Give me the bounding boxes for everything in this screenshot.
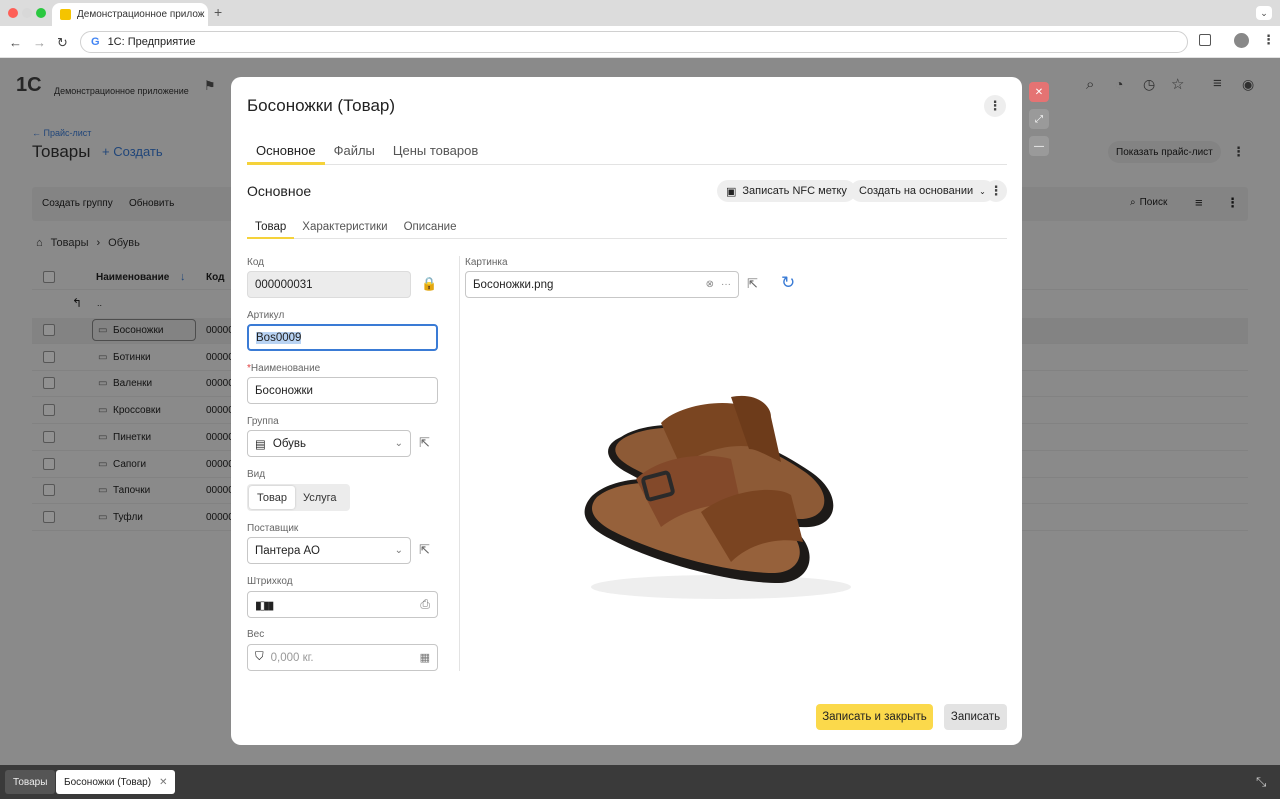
main-tabs: Основное Файлы Цены товаров — [247, 135, 1007, 165]
save-button[interactable]: Записать — [944, 704, 1007, 730]
group-value: Обувь — [272, 437, 307, 450]
barcode-icon: ▮▯▮▮ — [255, 599, 274, 612]
browser-tab-strip: Демонстрационное прилож ✕ + ⌄ — [0, 0, 1280, 26]
group-select[interactable]: ▤ Обувь ⌄ — [247, 430, 411, 457]
supplier-value: Пантера АО — [255, 544, 320, 557]
column-divider — [459, 256, 460, 671]
tab-files[interactable]: Файлы — [325, 135, 384, 165]
article-input[interactable]: Bos0009 — [247, 324, 438, 351]
expand-icon: ⤢ — [1035, 113, 1043, 125]
write-nfc-button[interactable]: ▣ Записать NFC метку — [717, 180, 856, 202]
reload-icon[interactable]: ↻ — [57, 35, 68, 51]
kind-option-service[interactable]: Услуга — [295, 486, 345, 509]
close-icon: ✕ — [1034, 86, 1044, 98]
open-group-icon[interactable]: ⇱ — [419, 435, 430, 451]
create-based-on-button[interactable]: Создать на основании ⌄ — [850, 180, 995, 202]
subtab-description[interactable]: Описание — [396, 216, 465, 239]
create-based-on-label: Создать на основании — [859, 185, 974, 197]
name-label: *Наименование — [247, 363, 320, 374]
kind-option-product[interactable]: Товар — [249, 486, 295, 509]
chevron-down-icon: ⌄ — [394, 438, 403, 449]
window-close-dot[interactable] — [8, 8, 18, 18]
browser-toolbar: ← → ↻ G 1С: Предприятие ⋮ — [0, 26, 1280, 58]
kind-label: Вид — [247, 469, 266, 480]
article-label: Артикул — [247, 310, 285, 321]
code-field: 000000031 — [247, 271, 411, 298]
weight-icon: ⛉ — [255, 651, 264, 663]
modal-minimize-button[interactable]: — — [1029, 136, 1049, 156]
modal-expand-button[interactable]: ⤢ — [1029, 109, 1049, 129]
write-nfc-label: Записать NFC метку — [742, 185, 847, 197]
section-more-button[interactable]: ⋮ — [985, 180, 1007, 202]
more-icon: ⋮ — [989, 183, 1003, 198]
supplier-select[interactable]: Пантера АО ⌄ — [247, 537, 411, 564]
window-taskbar: Товары Босоножки (Товар) ✕ ⤡ — [0, 765, 1280, 799]
tab-search-icon[interactable]: ⌄ — [1256, 6, 1272, 20]
google-icon: G — [91, 36, 100, 48]
extensions-icon[interactable] — [1199, 34, 1211, 46]
collapse-icon[interactable]: ⤡ — [1256, 774, 1266, 790]
save-and-close-button[interactable]: Записать и закрыть — [816, 704, 933, 730]
address-bar[interactable]: G 1С: Предприятие — [80, 31, 1188, 53]
code-value: 000000031 — [255, 278, 313, 291]
weight-label: Вес — [247, 629, 265, 640]
taskbar-item-sandals-label: Босоножки (Товар) — [64, 776, 152, 788]
taskbar-item-products[interactable]: Товары — [5, 770, 56, 794]
favicon-icon — [60, 9, 71, 20]
name-input[interactable]: Босоножки — [247, 377, 438, 404]
address-text: 1С: Предприятие — [107, 36, 196, 48]
browser-menu-icon[interactable]: ⋮ — [1262, 32, 1275, 48]
subtab-characteristics[interactable]: Характеристики — [294, 216, 395, 239]
section-title: Основное — [247, 183, 312, 199]
weight-input[interactable]: ⛉ 0,000 кг. ▦ — [247, 644, 438, 671]
open-supplier-icon[interactable]: ⇱ — [419, 542, 430, 558]
picture-label: Картинка — [465, 257, 508, 268]
taskbar-item-sandals[interactable]: Босоножки (Товар) ✕ — [56, 770, 176, 794]
name-value: Босоножки — [255, 384, 313, 397]
modal-close-button[interactable]: ✕ — [1029, 82, 1049, 102]
article-value: Bos0009 — [256, 331, 302, 344]
tab-main[interactable]: Основное — [247, 135, 325, 165]
print-icon[interactable]: ⎙ — [420, 597, 430, 612]
browser-tab[interactable]: Демонстрационное прилож ✕ — [52, 3, 208, 26]
sub-tabs: Товар Характеристики Описание — [247, 216, 1007, 239]
window-minimize-dot[interactable] — [22, 8, 32, 18]
name-label-text: Наименование — [250, 363, 321, 374]
kind-segmented: Товар Услуга — [247, 484, 350, 511]
minimize-icon: — — [1034, 140, 1044, 152]
picture-file-name: Босоножки.png — [473, 278, 554, 291]
lock-icon[interactable]: 🔒 — [421, 276, 437, 292]
nfc-icon: ▣ — [726, 185, 737, 198]
more-icon: ⋮ — [988, 98, 1002, 113]
barcode-input[interactable]: ▮▯▮▮ ⎙ — [247, 591, 438, 618]
new-tab-button[interactable]: + — [214, 4, 222, 20]
modal-title: Босоножки (Товар) — [247, 96, 396, 115]
forward-icon[interactable]: → — [33, 35, 46, 50]
back-icon[interactable]: ← — [9, 35, 22, 50]
open-picture-icon[interactable]: ⇱ — [747, 276, 758, 292]
calculator-icon[interactable]: ▦ — [420, 651, 430, 664]
barcode-label: Штрихкод — [247, 576, 293, 587]
window-zoom-dot[interactable] — [36, 8, 46, 18]
supplier-label: Поставщик — [247, 523, 299, 534]
sandals-image — [584, 395, 851, 599]
ellipsis-icon[interactable]: ··· — [721, 279, 731, 290]
clear-icon[interactable]: ⊗ — [706, 279, 714, 290]
refresh-picture-icon[interactable]: ↻ — [781, 273, 795, 293]
chevron-down-icon: ⌄ — [394, 545, 403, 556]
close-icon[interactable]: ✕ — [159, 777, 167, 788]
subtab-product[interactable]: Товар — [247, 216, 295, 239]
weight-placeholder: 0,000 кг. — [270, 651, 314, 664]
modal-more-button[interactable]: ⋮ — [984, 95, 1006, 117]
picture-file-field[interactable]: Босоножки.png ⊗ ··· — [465, 271, 739, 298]
profile-avatar[interactable] — [1234, 33, 1249, 48]
product-modal: Босоножки (Товар) ⋮ Основное Файлы Цены … — [231, 77, 1022, 745]
group-label: Группа — [247, 416, 279, 427]
tab-prices[interactable]: Цены товаров — [384, 135, 487, 165]
folder-icon: ▤ — [255, 438, 266, 451]
code-label: Код — [247, 257, 265, 268]
browser-tab-title: Демонстрационное прилож — [77, 9, 205, 20]
